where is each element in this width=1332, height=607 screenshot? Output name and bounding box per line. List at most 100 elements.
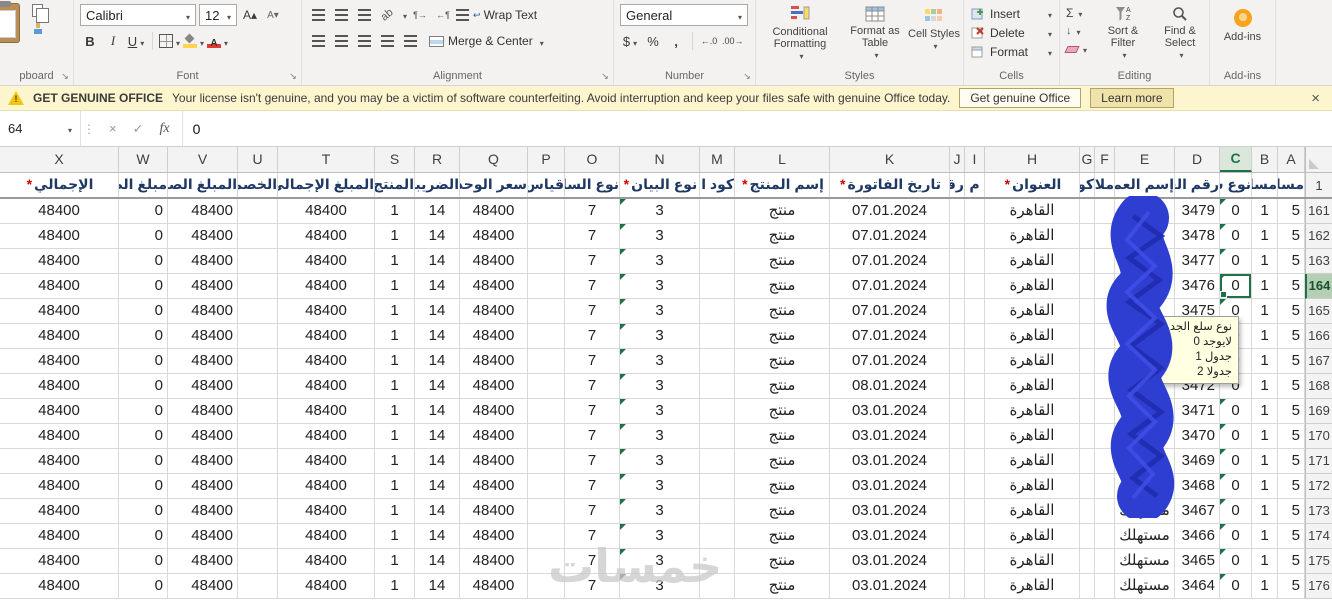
cell-S173[interactable]: 1 xyxy=(375,499,415,524)
cell-I169[interactable] xyxy=(965,399,985,424)
cell-A163[interactable]: 5 xyxy=(1278,249,1305,274)
column-header-V[interactable]: V xyxy=(168,147,238,172)
cell-O167[interactable]: 7 xyxy=(565,349,620,374)
cell-A164[interactable]: 5 xyxy=(1278,274,1305,299)
insert-cells-button[interactable]: Insert xyxy=(964,4,1059,23)
cell-F162[interactable] xyxy=(1095,224,1115,249)
cell-Q167[interactable]: 48400 xyxy=(460,349,528,374)
field-header-P[interactable]: قياس* xyxy=(528,173,565,197)
cell-N164[interactable]: 3 xyxy=(620,274,700,299)
number-format-combo[interactable]: General xyxy=(620,4,748,26)
cell-J165[interactable] xyxy=(950,299,965,324)
cell-A170[interactable]: 5 xyxy=(1278,424,1305,449)
cell-R164[interactable]: 14 xyxy=(415,274,460,299)
cell-V173[interactable]: 48400 xyxy=(168,499,238,524)
cell-T164[interactable]: 48400 xyxy=(278,274,375,299)
cell-D161[interactable]: 3479 xyxy=(1175,199,1220,224)
field-header-R[interactable]: الضريبة xyxy=(415,173,460,197)
cell-B161[interactable]: 1 xyxy=(1252,199,1278,224)
copy-icon[interactable] xyxy=(32,4,49,23)
field-header-X[interactable]: الإجمالي* xyxy=(0,173,119,197)
field-header-T[interactable]: المبلغ الإجمالي xyxy=(278,173,375,197)
cell-M167[interactable] xyxy=(700,349,735,374)
cell-B163[interactable]: 1 xyxy=(1252,249,1278,274)
cell-T172[interactable]: 48400 xyxy=(278,474,375,499)
cell-E174[interactable]: مستهلك xyxy=(1115,524,1175,549)
cell-L174[interactable]: منتج xyxy=(735,524,830,549)
cell-I176[interactable] xyxy=(965,574,985,599)
cell-N167[interactable]: 3 xyxy=(620,349,700,374)
cell-L175[interactable]: منتج xyxy=(735,549,830,574)
cell-L172[interactable]: منتج xyxy=(735,474,830,499)
cell-I175[interactable] xyxy=(965,549,985,574)
cell-F166[interactable] xyxy=(1095,324,1115,349)
cell-W164[interactable]: 0 xyxy=(119,274,168,299)
cell-U162[interactable] xyxy=(238,224,278,249)
cell-Q170[interactable]: 48400 xyxy=(460,424,528,449)
paste-icon[interactable] xyxy=(0,1,20,43)
increase-indent-button[interactable] xyxy=(400,30,420,52)
row-number-163[interactable]: 163 xyxy=(1305,249,1332,274)
cell-X172[interactable]: 48400 xyxy=(0,474,119,499)
column-header-C[interactable]: C xyxy=(1220,147,1252,172)
conditional-formatting-button[interactable]: Conditional Formatting xyxy=(756,0,844,62)
cell-M173[interactable] xyxy=(700,499,735,524)
cell-H171[interactable]: القاهرة xyxy=(985,449,1080,474)
cell-L163[interactable]: منتج xyxy=(735,249,830,274)
cell-M172[interactable] xyxy=(700,474,735,499)
cell-S165[interactable]: 1 xyxy=(375,299,415,324)
cell-I170[interactable] xyxy=(965,424,985,449)
cell-O171[interactable]: 7 xyxy=(565,449,620,474)
cell-T167[interactable]: 48400 xyxy=(278,349,375,374)
clear-button[interactable] xyxy=(1060,40,1094,58)
cell-A169[interactable]: 5 xyxy=(1278,399,1305,424)
cell-M166[interactable] xyxy=(700,324,735,349)
cell-N166[interactable]: 3 xyxy=(620,324,700,349)
cell-A173[interactable]: 5 xyxy=(1278,499,1305,524)
cell-R172[interactable]: 14 xyxy=(415,474,460,499)
cell-T162[interactable]: 48400 xyxy=(278,224,375,249)
field-header-I[interactable]: م xyxy=(965,173,985,197)
select-all-corner[interactable] xyxy=(1305,147,1332,172)
cell-N171[interactable]: 3 xyxy=(620,449,700,474)
column-header-J[interactable]: J xyxy=(950,147,965,172)
column-header-P[interactable]: P xyxy=(528,147,565,172)
drag-dots-icon[interactable] xyxy=(81,111,97,146)
cell-A161[interactable]: 5 xyxy=(1278,199,1305,224)
row-number-172[interactable]: 172 xyxy=(1305,474,1332,499)
cell-V171[interactable]: 48400 xyxy=(168,449,238,474)
cell-B166[interactable]: 1 xyxy=(1252,324,1278,349)
cell-B176[interactable]: 1 xyxy=(1252,574,1278,599)
cell-D175[interactable]: 3465 xyxy=(1175,549,1220,574)
cell-M165[interactable] xyxy=(700,299,735,324)
column-header-F[interactable]: F xyxy=(1095,147,1115,172)
align-top-button[interactable] xyxy=(308,4,328,26)
column-header-A[interactable]: A xyxy=(1278,147,1305,172)
cell-E171[interactable] xyxy=(1115,449,1175,474)
cancel-icon[interactable]: × xyxy=(109,121,117,136)
cell-A165[interactable]: 5 xyxy=(1278,299,1305,324)
italic-button[interactable]: I xyxy=(103,30,123,52)
cell-D172[interactable]: 3468 xyxy=(1175,474,1220,499)
field-header-L[interactable]: إسم المنتج* xyxy=(735,173,830,197)
column-header-L[interactable]: L xyxy=(735,147,830,172)
cell-X162[interactable]: 48400 xyxy=(0,224,119,249)
cell-G176[interactable] xyxy=(1080,574,1095,599)
cell-H175[interactable]: القاهرة xyxy=(985,549,1080,574)
name-box[interactable]: 64 xyxy=(0,111,80,146)
cell-L164[interactable]: منتج xyxy=(735,274,830,299)
field-header-J[interactable]: رقم xyxy=(950,173,965,197)
cell-E173[interactable]: مستهلك xyxy=(1115,499,1175,524)
cell-Q171[interactable]: 48400 xyxy=(460,449,528,474)
cell-W175[interactable]: 0 xyxy=(119,549,168,574)
cell-J170[interactable] xyxy=(950,424,965,449)
shrink-font-button[interactable] xyxy=(263,4,283,26)
cell-U170[interactable] xyxy=(238,424,278,449)
cell-A175[interactable]: 5 xyxy=(1278,549,1305,574)
cell-N173[interactable]: 3 xyxy=(620,499,700,524)
autosum-button[interactable]: Σ xyxy=(1060,4,1094,22)
field-header-H[interactable]: العنوان* xyxy=(985,173,1080,197)
cell-I162[interactable] xyxy=(965,224,985,249)
cell-F165[interactable] xyxy=(1095,299,1115,324)
cell-O170[interactable]: 7 xyxy=(565,424,620,449)
